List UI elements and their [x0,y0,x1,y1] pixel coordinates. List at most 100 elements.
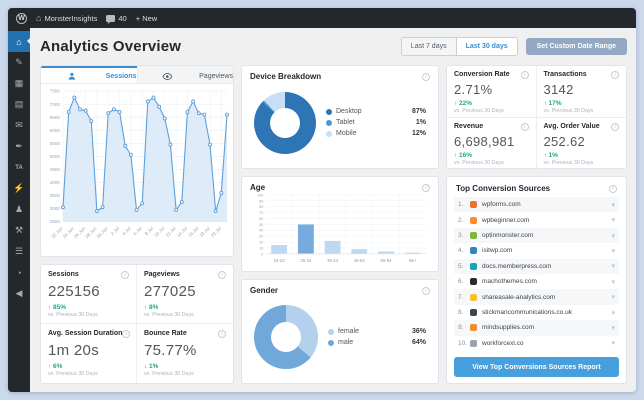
appearance-icon: ✒ [15,141,23,151]
source-domain: isitwp.com [482,247,513,255]
sidebar-item-settings[interactable]: ☰ [8,241,30,262]
svg-text:3500: 3500 [50,193,61,198]
chevron-down-icon[interactable] [611,201,615,209]
sidebar-item-media[interactable]: ▦ [8,73,30,94]
info-icon[interactable] [611,71,619,79]
sidebar-item-comments[interactable]: ✉ [8,115,30,136]
chevron-down-icon[interactable] [611,339,615,347]
info-icon[interactable] [609,184,617,193]
wp-admin-sidebar: ⌂ ✎ ▦ ▤ ✉ ✒ TA ⚡ ♟ ⚒ ☰ ◔ ◀ [8,28,30,392]
source-row[interactable]: 5. docs.memberpress.com [454,258,619,275]
source-row[interactable]: 7. shareasale-analytics.com [454,289,619,305]
comments-bubble-icon [106,14,116,24]
svg-text:6 Jul: 6 Jul [133,226,143,236]
last-30-days-button[interactable]: Last 30 days [455,38,517,55]
legend-value: 87% [411,108,426,115]
legend-item-desktop[interactable]: Desktop 87% [326,108,426,115]
stat-change: ↑ 16% [454,152,473,159]
sidebar-item-ta-plugin[interactable]: TA [8,157,30,178]
svg-text:0: 0 [261,252,263,256]
source-domain: mindsupplies.com [482,324,535,332]
comments-menu[interactable]: 40 [106,14,127,24]
wp-logo-menu[interactable] [16,12,27,24]
legend-item-female[interactable]: female 36% [328,328,426,335]
gender-title: Gender [250,286,279,295]
info-icon[interactable] [422,286,430,295]
source-row[interactable]: 2. wpbeginner.com [454,212,619,227]
view-report-button[interactable]: View Top Conversions Sources Report [454,357,619,377]
svg-text:20 Jul: 20 Jul [210,226,222,238]
tab-sessions[interactable]: Sessions [41,66,137,83]
age-title: Age [250,183,266,192]
source-domain: shareasale-analytics.com [482,293,556,301]
info-icon[interactable] [520,71,529,79]
tab-pageviews[interactable]: Pageviews [136,66,233,83]
chevron-down-icon[interactable] [611,293,615,301]
stat-change: ↑ 1% [543,152,558,159]
source-domain: stickmancommunications.co.uk [482,309,572,317]
legend-item-tablet[interactable]: Tablet 1% [326,119,426,126]
chevron-down-icon[interactable] [611,232,615,240]
sidebar-item-posts[interactable]: ✎ [8,52,30,73]
info-icon[interactable] [422,183,430,192]
stat-note: vs. Previous 30 Days [543,108,594,114]
chevron-down-icon[interactable] [611,262,615,270]
info-icon[interactable] [218,271,226,279]
source-row[interactable]: 1. wpforms.com [454,197,619,213]
source-row[interactable]: 3. optinmonster.com [454,227,619,244]
source-rank: 3. [458,232,464,240]
svg-text:16 Jul: 16 Jul [187,226,199,238]
sidebar-item-tools[interactable]: ⚒ [8,220,30,241]
source-row[interactable]: 8. stickmancommunications.co.uk [454,305,619,320]
set-custom-date-range-button[interactable]: Set Custom Date Range [525,38,627,55]
chevron-down-icon[interactable] [611,309,615,317]
source-row[interactable]: 10. workforcexl.co [454,336,619,351]
svg-text:2 Jul: 2 Jul [110,226,120,236]
sidebar-item-plugins[interactable]: ⚡ [8,178,30,199]
top-conversion-sources-card: Top Conversion Sources 1. wpforms.com 2. wp… [446,176,627,384]
legend-item-mobile[interactable]: Mobile 12% [326,130,426,137]
sidebar-item-users[interactable]: ♟ [8,199,30,220]
tab-sessions-label: Sessions [105,72,137,80]
svg-text:100: 100 [257,193,263,197]
sidebar-item-dashboard[interactable]: ⌂ [8,31,30,52]
pages-icon: ▤ [14,99,24,109]
wordpress-logo-icon [16,12,27,24]
info-icon[interactable] [520,123,529,131]
sidebar-item-appearance[interactable]: ✒ [8,136,30,157]
legend-dot-icon [328,328,334,335]
legend-item-male[interactable]: male 64% [328,339,426,346]
users-icon: ♟ [14,204,24,214]
source-domain: machothemes.com [482,278,537,286]
source-row[interactable]: 4. isitwp.com [454,243,619,258]
info-icon[interactable] [611,123,619,131]
last-7-days-button[interactable]: Last 7 days [401,38,456,55]
legend-dot-icon [328,339,334,346]
info-icon[interactable] [422,72,430,81]
plugins-icon: ⚡ [13,183,25,193]
new-content-menu[interactable]: + New [136,14,157,23]
source-rank: 4. [458,247,464,255]
stat-change: ↑ 22% [454,100,473,107]
info-icon[interactable] [218,330,226,338]
site-menu[interactable]: MonsterInsights [36,13,97,23]
source-row[interactable]: 6. machothemes.com [454,274,619,289]
source-domain: optinmonster.com [482,232,534,240]
chevron-down-icon[interactable] [611,216,615,224]
stat-transactions: Transactions 3142 ↑ 17% vs. Previous 30 … [536,66,626,118]
favicon-icon [470,339,477,347]
conversion-sources-list: 1. wpforms.com 2. wpbeginner.com 3. optinmons… [454,197,619,351]
legend-dot-icon [326,108,332,115]
info-icon[interactable] [121,271,129,279]
sidebar-item-pages[interactable]: ▤ [8,94,30,115]
chevron-down-icon[interactable] [611,278,615,286]
chevron-down-icon[interactable] [611,247,615,255]
sidebar-item-insights[interactable]: ◔ [8,262,30,283]
chevron-down-icon[interactable] [611,324,615,332]
sessions-chart-card: Sessions Pageviews 22 Jun 24 Jun 26 Jun … [40,65,234,257]
sidebar-item-collapse[interactable]: ◀ [8,283,30,304]
stat-value: 277025 [144,283,196,300]
age-card: Age 010203040506070809010018-2425-3435-4… [241,176,439,272]
source-row[interactable]: 9. mindsupplies.com [454,320,619,336]
info-icon[interactable] [122,330,131,338]
